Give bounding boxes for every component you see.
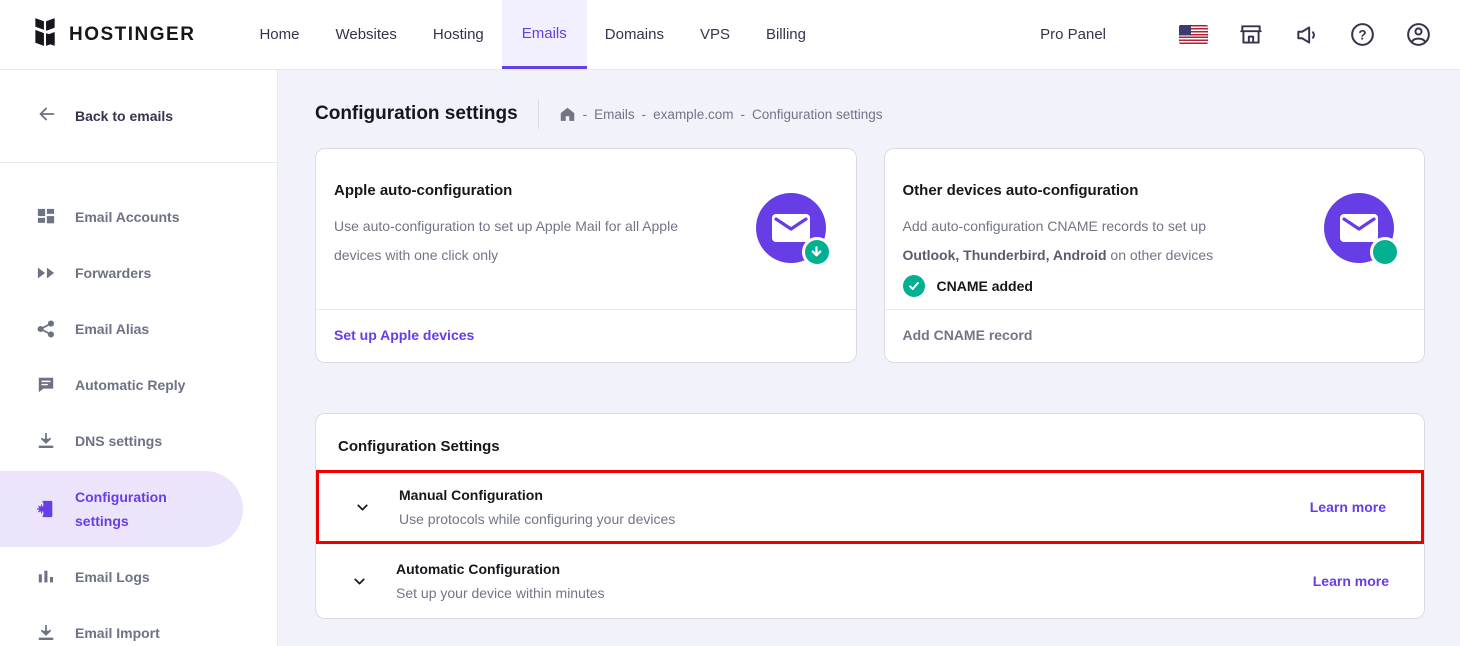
auto-config-cards: Apple auto-configuration Use auto-config… bbox=[315, 148, 1425, 363]
other-devices-auto-configuration-card: Other devices auto-configuration Add aut… bbox=[884, 148, 1426, 363]
megaphone-icon[interactable] bbox=[1293, 21, 1320, 48]
help-icon[interactable]: ? bbox=[1349, 21, 1376, 48]
add-cname-record-link[interactable]: Add CNAME record bbox=[903, 327, 1033, 343]
cname-added-label: CNAME added bbox=[937, 278, 1033, 294]
check-circle-icon bbox=[903, 275, 925, 297]
chevron-down-icon[interactable] bbox=[351, 573, 368, 590]
sidebar-item-email-import[interactable]: Email Import bbox=[0, 605, 277, 646]
home-icon[interactable] bbox=[559, 106, 576, 123]
language-flag-us-icon[interactable] bbox=[1179, 25, 1208, 44]
back-to-emails-button[interactable]: Back to emails bbox=[0, 70, 277, 163]
setup-apple-devices-link[interactable]: Set up Apple devices bbox=[334, 327, 474, 343]
other-card-footer: Add CNAME record bbox=[885, 309, 1425, 362]
top-navigation-bar: HOSTINGER Home Websites Hosting Emails D… bbox=[0, 0, 1460, 70]
manual-configuration-title: Manual Configuration bbox=[399, 487, 675, 503]
configuration-settings-heading: Configuration Settings bbox=[316, 414, 1424, 470]
nav-item-emails[interactable]: Emails bbox=[502, 0, 587, 69]
bar-chart-icon bbox=[36, 568, 56, 586]
sidebar: Back to emails Email Accounts Forwarders… bbox=[0, 70, 278, 646]
automatic-learn-more-link[interactable]: Learn more bbox=[1313, 573, 1389, 589]
grid-icon bbox=[36, 208, 56, 226]
sidebar-item-email-accounts[interactable]: Email Accounts bbox=[0, 189, 277, 245]
share-icon bbox=[36, 320, 56, 338]
topbar-right-cluster: Pro Panel ? bbox=[1040, 0, 1432, 69]
svg-text:?: ? bbox=[1358, 27, 1366, 42]
primary-nav: Home Websites Hosting Emails Domains VPS… bbox=[241, 0, 824, 69]
manual-learn-more-link[interactable]: Learn more bbox=[1310, 499, 1386, 515]
automatic-configuration-title: Automatic Configuration bbox=[396, 561, 605, 577]
storefront-icon[interactable] bbox=[1237, 21, 1264, 48]
fast-forward-icon bbox=[36, 264, 56, 282]
mail-illustration bbox=[1324, 193, 1394, 263]
pro-panel-link[interactable]: Pro Panel bbox=[1040, 26, 1106, 43]
main-content: Configuration settings - Emails - exampl… bbox=[278, 70, 1460, 646]
status-dot-badge bbox=[1370, 237, 1400, 267]
apple-card-body: Apple auto-configuration Use auto-config… bbox=[316, 149, 856, 309]
breadcrumb-separator: - bbox=[740, 107, 745, 122]
arrow-left-icon bbox=[36, 103, 58, 130]
doc-gear-icon bbox=[36, 499, 56, 519]
hostinger-logo-icon bbox=[32, 17, 58, 52]
header-divider bbox=[538, 99, 539, 129]
other-card-body: Other devices auto-configuration Add aut… bbox=[885, 149, 1425, 309]
cname-status: CNAME added bbox=[903, 275, 1405, 297]
mail-illustration bbox=[756, 193, 826, 263]
breadcrumb-separator: - bbox=[642, 107, 647, 122]
sidebar-item-configuration-settings[interactable]: Configuration settings bbox=[0, 471, 243, 547]
page-header: Configuration settings - Emails - exampl… bbox=[315, 94, 1425, 134]
chevron-down-icon[interactable] bbox=[354, 499, 371, 516]
manual-configuration-subtitle: Use protocols while configuring your dev… bbox=[399, 511, 675, 527]
page-title: Configuration settings bbox=[315, 103, 518, 125]
configuration-settings-card: Configuration Settings Manual Configurat… bbox=[315, 413, 1425, 619]
nav-item-websites[interactable]: Websites bbox=[317, 0, 414, 69]
message-icon bbox=[36, 376, 56, 394]
breadcrumb-item-current: Configuration settings bbox=[752, 107, 883, 122]
nav-item-vps[interactable]: VPS bbox=[682, 0, 748, 69]
automatic-configuration-subtitle: Set up your device within minutes bbox=[396, 585, 605, 601]
breadcrumb-item-domain[interactable]: example.com bbox=[653, 107, 733, 122]
apple-card-footer: Set up Apple devices bbox=[316, 309, 856, 362]
sidebar-item-email-logs[interactable]: Email Logs bbox=[0, 549, 277, 605]
manual-configuration-row[interactable]: Manual Configuration Use protocols while… bbox=[316, 470, 1424, 544]
brand-name: HOSTINGER bbox=[69, 24, 195, 46]
breadcrumb: - Emails - example.com - Configuration s… bbox=[559, 106, 883, 123]
breadcrumb-item-emails[interactable]: Emails bbox=[594, 107, 635, 122]
back-to-emails-label: Back to emails bbox=[75, 108, 173, 124]
automatic-configuration-text: Automatic Configuration Set up your devi… bbox=[396, 561, 605, 601]
apple-auto-configuration-card: Apple auto-configuration Use auto-config… bbox=[315, 148, 857, 363]
nav-item-billing[interactable]: Billing bbox=[748, 0, 824, 69]
nav-item-home[interactable]: Home bbox=[241, 0, 317, 69]
download-badge-icon bbox=[802, 237, 832, 267]
sidebar-item-dns-settings[interactable]: DNS settings bbox=[0, 413, 277, 469]
account-icon[interactable] bbox=[1405, 21, 1432, 48]
download-icon bbox=[36, 432, 56, 450]
hostinger-logo[interactable]: HOSTINGER bbox=[32, 0, 195, 69]
sidebar-item-email-alias[interactable]: Email Alias bbox=[0, 301, 277, 357]
manual-configuration-text: Manual Configuration Use protocols while… bbox=[399, 487, 675, 527]
sidebar-item-automatic-reply[interactable]: Automatic Reply bbox=[0, 357, 277, 413]
automatic-configuration-row[interactable]: Automatic Configuration Set up your devi… bbox=[316, 544, 1424, 618]
nav-item-hosting[interactable]: Hosting bbox=[415, 0, 502, 69]
download-icon bbox=[36, 624, 56, 642]
nav-item-domains[interactable]: Domains bbox=[587, 0, 682, 69]
breadcrumb-separator: - bbox=[583, 107, 588, 122]
sidebar-item-forwarders[interactable]: Forwarders bbox=[0, 245, 277, 301]
sidebar-menu: Email Accounts Forwarders Email Alias Au… bbox=[0, 163, 277, 646]
